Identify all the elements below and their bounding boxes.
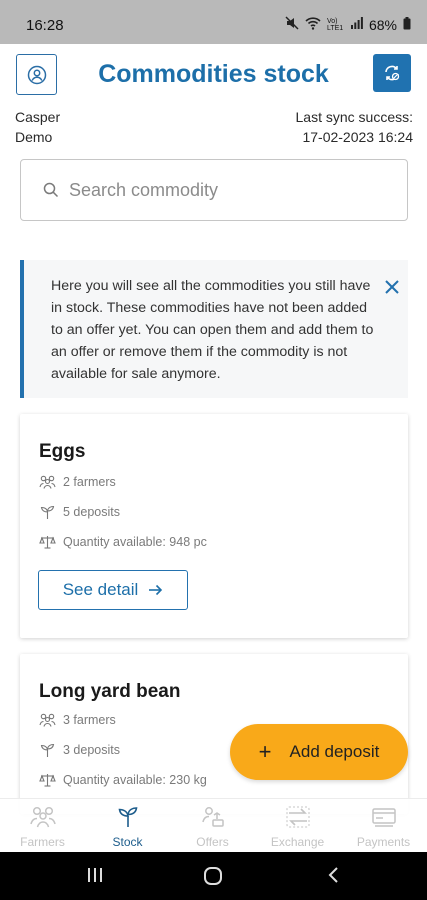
deposits-count-row: 5 deposits bbox=[39, 505, 120, 519]
deposits-count: 3 deposits bbox=[63, 743, 120, 757]
offers-icon bbox=[201, 807, 224, 827]
nav-item-stock[interactable]: Stock bbox=[85, 805, 170, 849]
sync-timestamp: 17-02-2023 16:24 bbox=[302, 129, 413, 145]
commodity-name: Long yard bean bbox=[39, 681, 181, 702]
exchange-icon bbox=[286, 806, 309, 828]
nav-label-farmers: Farmers bbox=[20, 835, 65, 849]
add-deposit-label: Add deposit bbox=[289, 742, 380, 761]
close-icon[interactable] bbox=[382, 277, 402, 297]
back-icon[interactable] bbox=[326, 866, 340, 889]
signal-icon bbox=[350, 17, 363, 32]
sprout-icon bbox=[40, 505, 55, 519]
sync-icon bbox=[385, 65, 400, 81]
mute-icon bbox=[285, 16, 299, 33]
farmers-count-row: 2 farmers bbox=[39, 475, 116, 489]
system-nav-bar bbox=[0, 852, 427, 900]
commodity-card[interactable]: Eggs 2 farmers 5 deposits Quantity avail… bbox=[20, 414, 408, 638]
bottom-navigation: Farmers Stock Offers Exchange Payments bbox=[0, 798, 427, 852]
search-box[interactable] bbox=[20, 159, 408, 221]
sprout-icon bbox=[118, 807, 137, 827]
recent-apps-icon[interactable] bbox=[86, 866, 104, 889]
nav-item-exchange[interactable]: Exchange bbox=[255, 805, 340, 849]
farmers-icon bbox=[29, 806, 56, 828]
info-banner: Here you will see all the commodities yo… bbox=[20, 260, 408, 398]
battery-percent: 68% bbox=[368, 16, 397, 33]
sync-button[interactable] bbox=[373, 54, 411, 92]
nav-label-payments: Payments bbox=[356, 835, 411, 849]
see-detail-button[interactable]: See detail bbox=[38, 570, 188, 610]
search-icon bbox=[43, 182, 59, 198]
page-title: Commodities stock bbox=[98, 60, 329, 88]
payments-icon bbox=[371, 808, 396, 827]
scale-icon bbox=[39, 774, 56, 787]
farmers-icon bbox=[39, 713, 56, 727]
deposits-count-row: 3 deposits bbox=[39, 743, 120, 757]
home-icon[interactable] bbox=[203, 866, 223, 891]
nav-label-stock: Stock bbox=[112, 835, 143, 849]
nav-item-payments[interactable]: Payments bbox=[341, 805, 426, 849]
deposits-count: 5 deposits bbox=[63, 505, 120, 519]
quantity-available: Quantity available: 948 pc bbox=[63, 535, 207, 549]
sync-info: Last sync success: 17-02-2023 16:24 bbox=[296, 107, 414, 147]
wifi-icon bbox=[305, 16, 321, 33]
farmers-count: 2 farmers bbox=[63, 475, 116, 489]
plus-icon: + bbox=[258, 739, 272, 764]
sync-label: Last sync success: bbox=[295, 109, 414, 125]
app-header: Commodities stock bbox=[0, 44, 427, 108]
nav-item-farmers[interactable]: Farmers bbox=[0, 805, 85, 849]
arrow-right-icon bbox=[149, 584, 163, 596]
sprout-icon bbox=[40, 743, 55, 757]
user-name: Casper Demo bbox=[15, 107, 95, 147]
farmers-count: 3 farmers bbox=[63, 713, 116, 727]
user-first-name: Casper bbox=[15, 109, 61, 125]
nav-label-offers: Offers bbox=[196, 835, 229, 849]
battery-icon bbox=[403, 16, 411, 33]
quantity-row: Quantity available: 230 kg bbox=[39, 773, 207, 787]
nav-item-offers[interactable]: Offers bbox=[170, 805, 255, 849]
scale-icon bbox=[39, 536, 56, 549]
search-input[interactable] bbox=[69, 174, 389, 206]
info-banner-text: Here you will see all the commodities yo… bbox=[51, 278, 374, 382]
status-icons: Vo) LTE1 68% bbox=[285, 16, 411, 33]
status-time: 16:28 bbox=[26, 17, 64, 34]
see-detail-label: See detail bbox=[62, 580, 139, 599]
nav-label-exchange: Exchange bbox=[270, 835, 325, 849]
commodity-name: Eggs bbox=[39, 441, 86, 462]
farmers-count-row: 3 farmers bbox=[39, 713, 116, 727]
quantity-available: Quantity available: 230 kg bbox=[63, 773, 207, 787]
farmers-icon bbox=[39, 475, 56, 489]
signal-text: Vo) LTE1 bbox=[326, 17, 344, 32]
user-last-name: Demo bbox=[15, 129, 53, 145]
add-deposit-button[interactable]: + Add deposit bbox=[230, 724, 408, 780]
quantity-row: Quantity available: 948 pc bbox=[39, 535, 207, 549]
status-bar: 16:28 Vo) LTE1 68% bbox=[0, 0, 427, 44]
